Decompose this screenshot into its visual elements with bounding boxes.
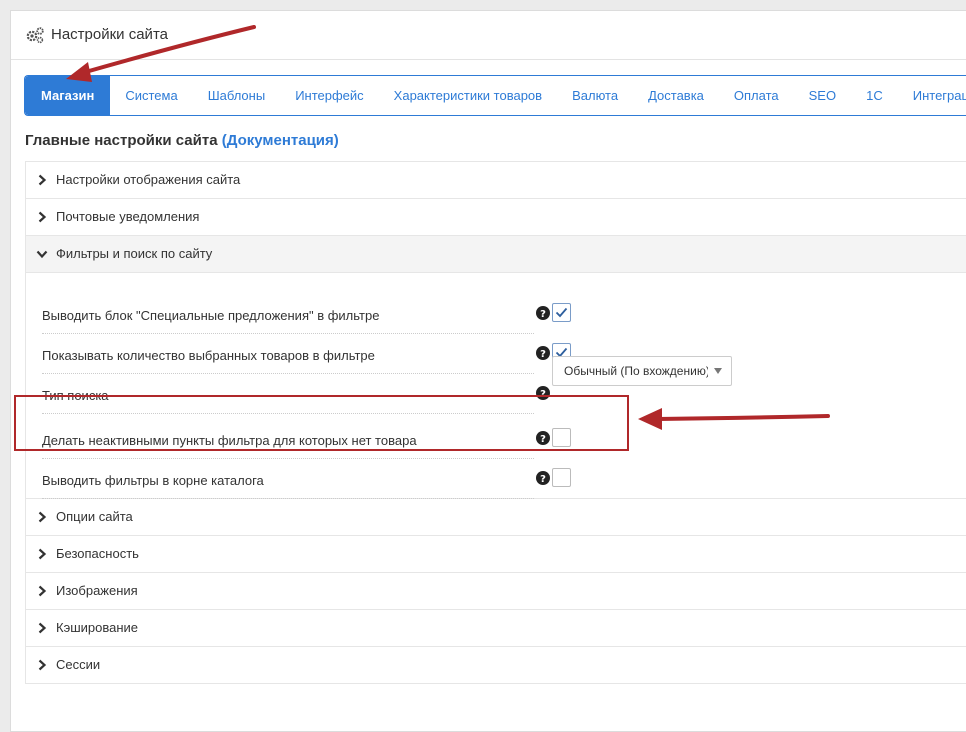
annotation-arrow-tab — [66, 25, 256, 82]
annotation-overlay — [66, 25, 830, 430]
annotation-arrow-setting — [638, 408, 830, 430]
